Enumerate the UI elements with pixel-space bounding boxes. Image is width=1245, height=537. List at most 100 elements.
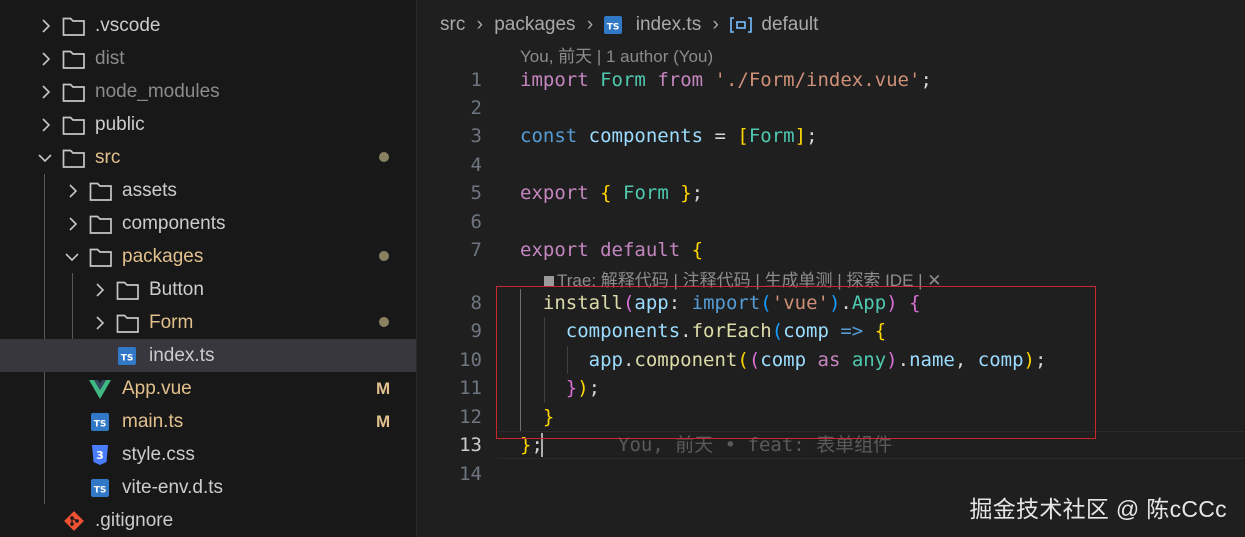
chevron-right-icon	[67, 207, 81, 240]
explorer-item-label: .gitignore	[95, 510, 174, 531]
symbol-variable-icon	[730, 17, 752, 33]
git-modified-badge: M	[376, 379, 391, 398]
folder-icon	[62, 48, 86, 70]
explorer-item-label: .vscode	[95, 15, 161, 36]
explorer-item-label: vite-env.d.ts	[122, 477, 224, 498]
annotation-highlight-box	[496, 286, 1096, 439]
modified-dot	[379, 251, 389, 261]
typescript-file-icon: TS	[118, 347, 142, 369]
breadcrumb: src › packages › TS index.ts › default	[440, 11, 818, 39]
explorer-item-main-ts[interactable]: TS main.ts M	[0, 405, 416, 438]
file-explorer: .vscode dist node_modules public src ass…	[0, 0, 417, 537]
git-file-icon	[63, 510, 87, 532]
line-number-active: 13	[459, 434, 482, 456]
explorer-item-label: node_modules	[95, 81, 220, 102]
folder-icon	[89, 180, 113, 202]
explorer-item-assets[interactable]: assets	[0, 174, 416, 207]
breadcrumb-item[interactable]: src	[440, 11, 465, 39]
explorer-item-label: main.ts	[122, 411, 184, 432]
explorer-item-vite-env[interactable]: TS vite-env.d.ts	[0, 471, 416, 504]
typescript-file-icon: TS	[604, 16, 623, 34]
explorer-item-form[interactable]: Form	[0, 306, 416, 339]
chevron-right-icon	[40, 75, 54, 108]
chevron-right-icon	[67, 174, 81, 207]
explorer-item-app-vue[interactable]: App.vue M	[0, 372, 416, 405]
explorer-item-components[interactable]: components	[0, 207, 416, 240]
folder-icon	[89, 213, 113, 235]
css-file-icon: 3	[91, 445, 115, 467]
line-number: 10	[459, 349, 482, 371]
explorer-item-label: index.ts	[149, 345, 215, 366]
chevron-right-icon	[40, 9, 54, 42]
explorer-item-node-modules[interactable]: node_modules	[0, 75, 416, 108]
explorer-item-label: dist	[95, 48, 125, 69]
code-line[interactable]: export { Form };	[520, 179, 703, 207]
vue-file-icon	[89, 379, 113, 401]
breadcrumb-item[interactable]: index.ts	[636, 11, 701, 39]
folder-open-icon	[89, 246, 113, 268]
modified-dot	[379, 317, 389, 327]
folder-icon	[62, 81, 86, 103]
folder-open-icon	[62, 147, 86, 169]
code-line[interactable]: export default {	[520, 236, 703, 264]
line-number: 11	[459, 377, 482, 399]
svg-text:TS: TS	[607, 23, 620, 33]
line-number: 14	[459, 463, 482, 485]
explorer-item-label: Button	[149, 279, 204, 300]
typescript-file-icon: TS	[91, 479, 115, 501]
svg-text:3: 3	[96, 449, 104, 462]
svg-text:TS: TS	[94, 420, 107, 430]
explorer-item-label: src	[95, 147, 121, 168]
line-number: 7	[470, 239, 482, 261]
code-line[interactable]: import Form from './Form/index.vue';	[520, 66, 932, 94]
explorer-item-label: style.css	[122, 444, 195, 465]
git-blame-header[interactable]: You, 前天 | 1 author (You)	[520, 42, 713, 67]
explorer-item-style-css[interactable]: 3 style.css	[0, 438, 416, 471]
explorer-item-label: public	[95, 114, 145, 135]
folder-icon	[116, 279, 140, 301]
line-number: 8	[470, 292, 482, 314]
line-number: 3	[470, 125, 482, 147]
breadcrumb-item[interactable]: packages	[494, 11, 575, 39]
explorer-item-index-ts[interactable]: TS index.ts	[0, 339, 416, 372]
svg-text:TS: TS	[121, 354, 134, 364]
folder-icon	[62, 15, 86, 37]
chevron-right-icon: ›	[476, 14, 483, 35]
explorer-item-gitignore[interactable]: .gitignore	[0, 504, 416, 537]
explorer-item-label: App.vue	[122, 378, 192, 399]
explorer-item-button[interactable]: Button	[0, 273, 416, 306]
line-number: 12	[459, 406, 482, 428]
line-number: 5	[470, 182, 482, 204]
explorer-item-label: packages	[122, 246, 204, 267]
explorer-item-label: assets	[122, 180, 177, 201]
explorer-item-src[interactable]: src	[0, 141, 416, 174]
line-number: 9	[470, 320, 482, 342]
explorer-item-dist[interactable]: dist	[0, 42, 416, 75]
folder-icon	[62, 114, 86, 136]
code-line[interactable]: const components = [Form];	[520, 122, 818, 150]
explorer-item-label: Form	[149, 312, 194, 333]
line-number: 4	[470, 154, 482, 176]
chevron-right-icon	[94, 273, 108, 306]
chevron-right-icon	[40, 108, 54, 141]
explorer-item-public[interactable]: public	[0, 108, 416, 141]
chevron-right-icon	[40, 42, 54, 75]
explorer-item-label: components	[122, 213, 226, 234]
chevron-down-icon	[64, 240, 79, 273]
chevron-down-icon	[37, 141, 52, 174]
chevron-right-icon	[94, 306, 108, 339]
chevron-right-icon: ›	[712, 14, 719, 35]
git-modified-badge: M	[376, 412, 391, 431]
svg-text:TS: TS	[94, 486, 107, 496]
watermark: 掘金技术社区 @ 陈cCCc	[969, 496, 1227, 522]
line-number: 1	[470, 69, 482, 91]
explorer-item-vscode[interactable]: .vscode	[0, 9, 416, 42]
typescript-file-icon: TS	[91, 413, 115, 435]
breadcrumb-item[interactable]: default	[761, 11, 818, 39]
chevron-right-icon: ›	[586, 14, 594, 35]
explorer-item-packages[interactable]: packages	[0, 240, 416, 273]
modified-dot	[379, 152, 389, 162]
line-number: 2	[470, 97, 482, 119]
line-number: 6	[470, 211, 482, 233]
folder-icon	[116, 312, 140, 334]
